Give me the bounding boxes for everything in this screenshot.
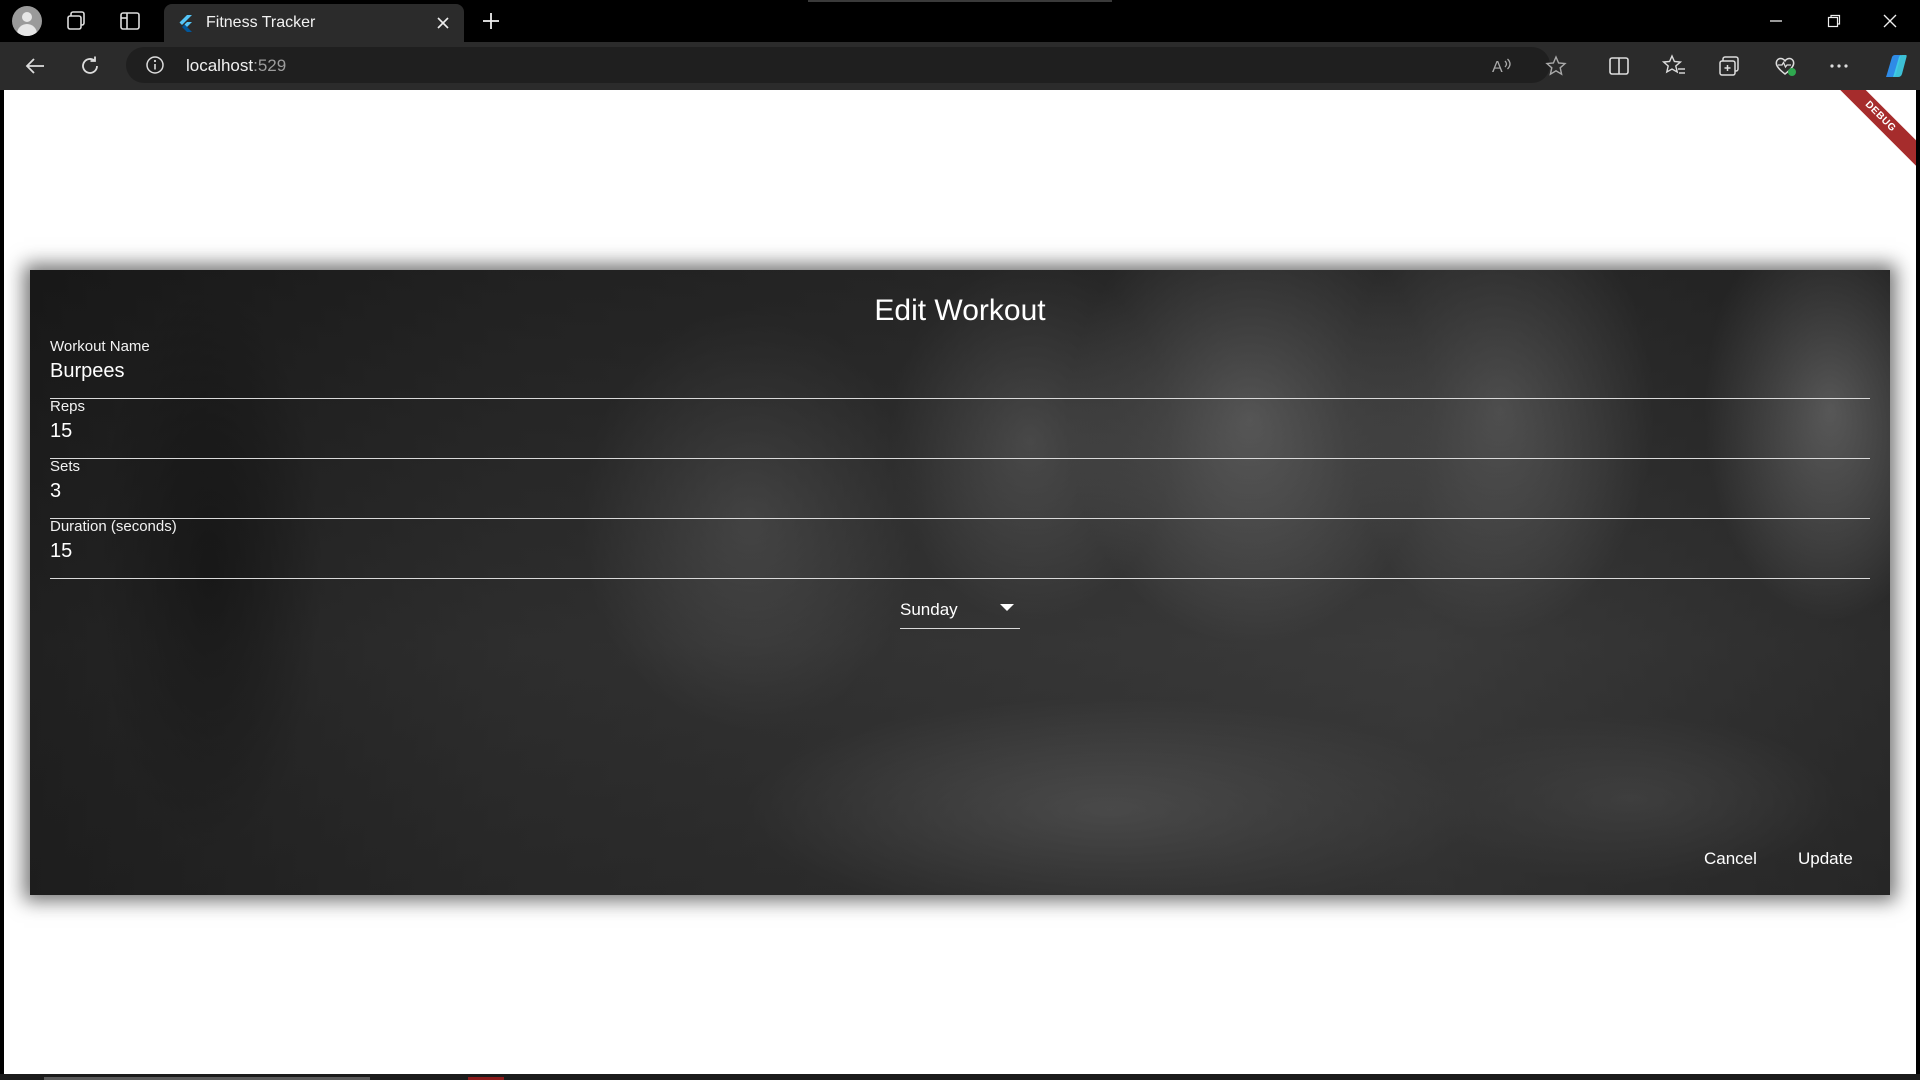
sets-value[interactable]: 3 — [50, 480, 61, 503]
day-dropdown[interactable]: Sunday — [900, 592, 1020, 629]
workout-name-value[interactable]: Burpees — [50, 360, 125, 383]
minimize-icon[interactable] — [1754, 6, 1798, 36]
title-bar-divider — [808, 0, 1112, 2]
vertical-tabs-icon[interactable] — [118, 9, 142, 33]
duration-label: Duration (seconds) — [50, 518, 177, 535]
restore-icon[interactable] — [1812, 6, 1856, 36]
favorites-icon[interactable] — [1661, 53, 1687, 79]
reps-label: Reps — [50, 398, 86, 415]
tab-title: Fitness Tracker — [206, 14, 316, 31]
tab-fitness-tracker[interactable]: Fitness Tracker — [164, 4, 464, 42]
reps-value[interactable]: 15 — [50, 420, 72, 443]
page-viewport: DEBUG Edit Workout Workout Name Burpees … — [4, 90, 1916, 1074]
duration-field[interactable]: Duration (seconds) 15 — [50, 518, 1870, 579]
profile-avatar-icon[interactable] — [12, 6, 42, 36]
workout-name-field[interactable]: Workout Name Burpees — [50, 338, 1870, 399]
split-screen-icon[interactable] — [1606, 53, 1632, 79]
browser-toolbar: localhost:529 A — [0, 42, 1920, 90]
browser-title-bar: Fitness Tracker — [0, 0, 1920, 42]
sets-label: Sets — [50, 458, 81, 475]
close-tab-icon[interactable] — [428, 8, 458, 38]
dropdown-caret-icon — [1000, 604, 1014, 611]
workout-name-label: Workout Name — [50, 338, 150, 355]
workspaces-icon[interactable] — [64, 9, 88, 33]
url-port: :529 — [253, 56, 287, 75]
url-text: localhost:529 — [186, 56, 286, 76]
read-aloud-icon[interactable]: A — [1490, 54, 1514, 78]
day-dropdown-value: Sunday — [900, 600, 958, 619]
update-button[interactable]: Update — [1790, 841, 1861, 877]
cancel-button[interactable]: Cancel — [1696, 841, 1765, 877]
collections-icon[interactable] — [1716, 53, 1742, 79]
site-info-icon[interactable] — [144, 54, 166, 76]
favorite-star-icon[interactable] — [1544, 54, 1568, 78]
sets-field[interactable]: Sets 3 — [50, 458, 1870, 519]
edit-workout-dialog: Edit Workout Workout Name Burpees Reps 1… — [30, 270, 1890, 895]
dialog-title: Edit Workout — [874, 294, 1046, 327]
svg-text:A: A — [1492, 59, 1503, 76]
flutter-logo-icon — [176, 14, 194, 32]
new-tab-icon[interactable] — [478, 8, 504, 34]
close-window-icon[interactable] — [1868, 6, 1912, 36]
debug-banner: DEBUG — [1824, 90, 1916, 173]
address-bar[interactable]: localhost:529 A — [126, 47, 1567, 83]
reps-field[interactable]: Reps 15 — [50, 398, 1870, 459]
copilot-icon[interactable] — [1880, 53, 1910, 79]
more-options-icon[interactable] — [1826, 53, 1852, 79]
browser-essentials-icon[interactable] — [1772, 53, 1798, 79]
back-icon[interactable] — [20, 52, 50, 80]
url-host: localhost — [186, 56, 254, 75]
duration-value[interactable]: 15 — [50, 540, 72, 563]
refresh-icon[interactable] — [75, 52, 105, 80]
